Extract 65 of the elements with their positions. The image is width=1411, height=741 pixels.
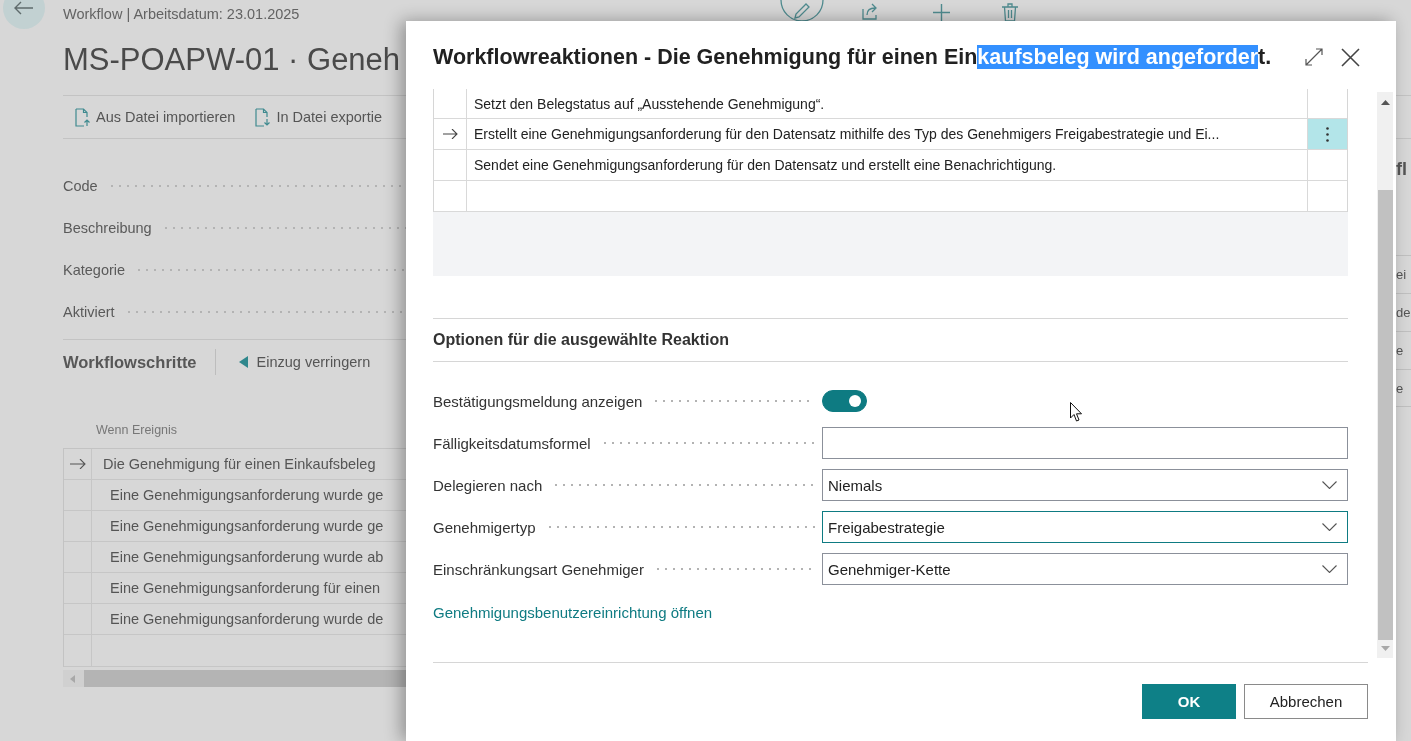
action-button[interactable]: Einzug verringern [238, 354, 371, 370]
action-button[interactable]: In Datei exportie [255, 107, 382, 127]
table-row[interactable]: Eine Genehmigungsanforderung wurde ge [64, 511, 406, 542]
chevron-down-icon [1322, 565, 1337, 573]
table-row[interactable]: Eine Genehmigungsanforderung wurde ge [64, 480, 406, 511]
setup-link[interactable]: Genehmigungsbenutzereinrichtung öffnen [433, 603, 713, 623]
file-arrow-icon [255, 107, 271, 127]
field-label: Bestätigungsmeldung anzeigen [433, 392, 643, 410]
chevron-down-icon [1322, 481, 1337, 489]
scrollbar-thumb[interactable] [1377, 190, 1393, 640]
field-label: Fälligkeitsdatumsformel [433, 434, 591, 452]
factbox-text: e [1396, 343, 1404, 358]
file-arrow-icon [75, 107, 90, 127]
table-cell-text: Eine Genehmigungsanforderung wurde ab [109, 548, 384, 567]
back-button[interactable] [3, 0, 45, 29]
field-label: Kategorie [63, 262, 126, 278]
column-header: Wenn Ereignis [96, 422, 178, 438]
pencil-icon[interactable] [780, 0, 824, 21]
arrow-right-icon [69, 459, 86, 469]
factbox-title: fl [1396, 158, 1407, 180]
field-label: Beschreibung [63, 220, 152, 236]
scroll-up-icon[interactable] [1380, 100, 1390, 105]
close-icon[interactable] [1341, 47, 1360, 67]
table-cell-text: Eine Genehmigungsanforderung wurde de [109, 610, 384, 629]
table-cell-text: Eine Genehmigungsanforderung für einen [109, 579, 381, 598]
page-title: MS-POAPW-01 · Geneh [63, 42, 401, 78]
vertical-scrollbar[interactable] [1377, 92, 1393, 658]
dropdown-field[interactable]: Niemals [822, 469, 1348, 501]
action-button[interactable]: Aus Datei importieren [75, 107, 236, 127]
toggle-switch[interactable] [822, 390, 867, 412]
row-menu-button[interactable] [1308, 119, 1347, 149]
scroll-left-icon[interactable] [70, 674, 75, 683]
field-label: Code [63, 178, 98, 194]
table-row[interactable]: Eine Genehmigungsanforderung wurde de [64, 604, 406, 635]
table-row[interactable]: Die Genehmigung für einen Einkaufsbeleg [64, 449, 406, 480]
input-field[interactable] [822, 427, 1348, 459]
expand-icon[interactable] [1305, 48, 1323, 66]
field-label: Aktiviert [63, 304, 115, 320]
arrow-left-icon [14, 1, 34, 15]
table-cell-text: Eine Genehmigungsanforderung wurde ge [109, 486, 384, 505]
mouse-pointer-icon [1070, 402, 1083, 422]
scroll-down-icon[interactable] [1380, 646, 1390, 651]
table-row[interactable]: Eine Genehmigungsanforderung wurde ab [64, 542, 406, 573]
plus-icon[interactable] [933, 4, 950, 21]
breadcrumb: Workflow | Arbeitsdatum: 23.01.2025 [63, 5, 300, 23]
arrow-right-icon [442, 129, 458, 139]
factbox-text: e [1396, 381, 1404, 396]
chevron-down-icon [1322, 523, 1337, 531]
field-label: Delegieren nach [433, 476, 543, 494]
ok-button[interactable]: OK [1142, 684, 1236, 719]
dropdown-field[interactable]: Freigabestrategie [822, 511, 1348, 543]
table-cell-text: Eine Genehmigungsanforderung wurde ge [109, 517, 384, 536]
table-row[interactable]: Eine Genehmigungsanforderung für einen [64, 573, 406, 604]
cancel-button[interactable]: Abbrechen [1244, 684, 1368, 719]
more-icon [1326, 126, 1329, 142]
field-label: Genehmigertyp [433, 518, 536, 536]
dropdown-field[interactable]: Genehmiger-Kette [822, 553, 1348, 585]
field-label: Einschränkungsart Genehmiger [433, 560, 644, 578]
triangle-left-icon [238, 356, 248, 368]
section-title: Workflowschritte [63, 352, 197, 372]
factbox-text: de [1396, 305, 1411, 320]
factbox-text: ei [1396, 267, 1407, 282]
table-cell-text: Die Genehmigung für einen Einkaufsbeleg [102, 455, 376, 474]
trash-icon[interactable] [1002, 3, 1018, 21]
section-title: Optionen für die ausgewählte Reaktion [433, 319, 1348, 362]
